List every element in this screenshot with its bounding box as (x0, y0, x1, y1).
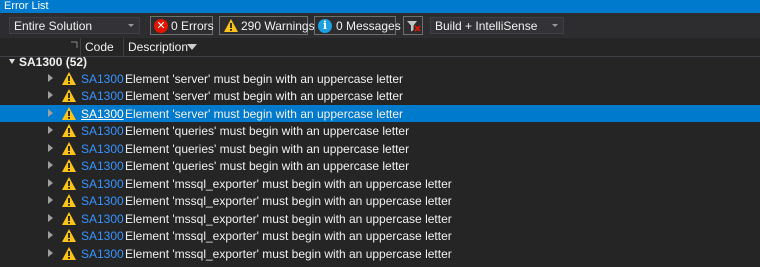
expand-arrow-icon[interactable] (48, 143, 53, 152)
table-row[interactable]: SA1300 Element 'queries' must begin with … (0, 122, 760, 139)
warning-icon (62, 211, 76, 225)
expand-arrow-icon[interactable] (48, 91, 53, 100)
messages-count-label: 0 Messages (336, 19, 401, 33)
table-row[interactable]: SA1300 Element 'queries' must begin with … (0, 140, 760, 157)
messages-filter-button[interactable]: i 0 Messages (314, 16, 401, 35)
rule-code-link[interactable]: SA1300 (81, 89, 124, 103)
column-options-icon[interactable] (70, 41, 78, 49)
rule-code-link[interactable]: SA1300 (81, 159, 124, 173)
warnings-filter-button[interactable]: 290 Warnings (219, 16, 315, 35)
expand-arrow-icon[interactable] (48, 196, 53, 205)
expand-arrow-icon[interactable] (48, 231, 53, 240)
expand-arrow-icon[interactable] (48, 74, 53, 82)
table-row[interactable]: SA1300 Element 'mssql_exporter' must begi… (0, 210, 760, 227)
chevron-down-icon (128, 24, 134, 27)
description-text: Element 'mssql_exporter' must begin with… (125, 176, 452, 191)
table-row[interactable]: SA1300 Element 'mssql_exporter' must begi… (0, 175, 760, 192)
description-text: Element 'mssql_exporter' must begin with… (125, 246, 452, 261)
scope-value: Entire Solution (14, 19, 93, 33)
window-title: Error List (4, 0, 49, 12)
group-label: SA1300 (52) (19, 55, 88, 69)
description-text: Element 'queries' must begin with an upp… (125, 141, 410, 156)
expand-arrow-icon[interactable] (48, 213, 53, 222)
table-row[interactable]: SA1300 Element 'mssql_exporter' must begi… (0, 245, 760, 262)
rule-code-link[interactable]: SA1300 (81, 247, 124, 261)
table-row[interactable]: SA1300 Element 'server' must begin with a… (0, 104, 760, 122)
description-text: Element 'mssql_exporter' must begin with… (125, 194, 452, 209)
code-column-header[interactable]: Code (85, 40, 114, 54)
filter-toggle-button[interactable] (403, 16, 423, 35)
description-text: Element 'mssql_exporter' must begin with… (125, 211, 452, 226)
warnings-count-label: 290 Warnings (241, 19, 315, 33)
errors-filter-button[interactable]: ✕ 0 Errors (150, 16, 214, 35)
rule-code-link[interactable]: SA1300 (81, 72, 124, 86)
description-text: Element 'queries' must begin with an upp… (125, 124, 410, 139)
rule-code-link[interactable]: SA1300 (81, 194, 124, 208)
expand-arrow-icon[interactable] (48, 126, 53, 135)
table-row[interactable]: SA1300 Element 'server' must begin with a… (0, 87, 760, 104)
build-source-value: Build + IntelliSense (435, 19, 538, 33)
warning-icon (224, 19, 238, 32)
warning-icon (62, 194, 76, 208)
rule-code-link[interactable]: SA1300 (81, 229, 124, 243)
window-title-bar: Error List (0, 0, 760, 13)
sort-descending-icon (187, 44, 197, 50)
table-row[interactable]: SA1300 Element 'queries' must begin with … (0, 157, 760, 174)
description-text: Element 'server' must begin with an uppe… (125, 89, 404, 104)
expand-arrow-icon[interactable] (48, 108, 53, 117)
collapse-triangle-icon[interactable] (9, 59, 15, 64)
expand-arrow-icon[interactable] (48, 248, 53, 257)
warning-icon (62, 159, 76, 173)
filter-icon (407, 21, 421, 32)
build-source-dropdown[interactable]: Build + IntelliSense (430, 17, 564, 34)
table-row[interactable]: SA1300 Element 'mssql_exporter' must begi… (0, 227, 760, 244)
warning-icon (62, 246, 76, 260)
expand-arrow-icon[interactable] (48, 161, 53, 170)
description-text: Element 'server' must begin with an uppe… (125, 106, 404, 121)
rule-code-link[interactable]: SA1300 (81, 212, 124, 226)
table-row[interactable]: SA1300 Element 'server' must begin with a… (0, 70, 760, 87)
warning-icon (62, 176, 76, 190)
group-header-row[interactable]: SA1300 (52) (0, 54, 760, 69)
warning-icon (62, 106, 76, 120)
warning-icon (62, 229, 76, 243)
expand-arrow-icon[interactable] (48, 178, 53, 187)
warning-icon (62, 124, 76, 138)
errors-count-label: 0 Errors (171, 19, 214, 33)
chevron-down-icon (552, 24, 558, 27)
warning-icon (62, 141, 76, 155)
rule-code-link[interactable]: SA1300 (81, 142, 124, 156)
scope-dropdown[interactable]: Entire Solution (9, 17, 140, 34)
rule-code-link[interactable]: SA1300 (81, 124, 124, 138)
description-column-header[interactable]: Description (128, 40, 188, 54)
table-row[interactable]: SA1300 Element 'mssql_exporter' must begi… (0, 192, 760, 209)
warning-icon (62, 72, 76, 85)
toolbar: Entire Solution ✕ 0 Errors 290 Warnings … (0, 13, 760, 38)
description-text: Element 'queries' must begin with an upp… (125, 159, 410, 174)
rule-code-link[interactable]: SA1300 (81, 177, 124, 191)
warning-icon (62, 89, 76, 103)
error-icon: ✕ (154, 19, 168, 33)
rule-code-link[interactable]: SA1300 (81, 107, 124, 121)
info-icon: i (318, 19, 332, 33)
description-text: Element 'mssql_exporter' must begin with… (125, 229, 452, 244)
description-text: Element 'server' must begin with an uppe… (125, 72, 404, 86)
